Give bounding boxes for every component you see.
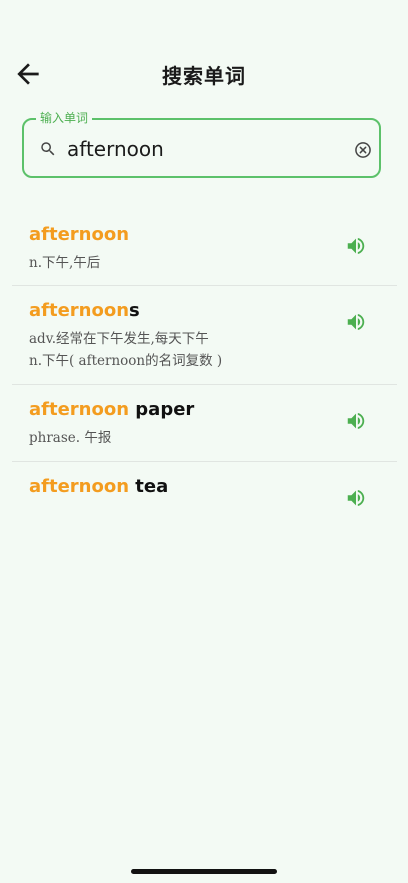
speaker-icon[interactable] bbox=[345, 235, 367, 257]
result-word: afternoon paper bbox=[29, 399, 194, 421]
results-list: afternoon n.下午,午后 afternoons adv.经常在下午发生… bbox=[12, 208, 397, 538]
app-bar: 搜索单词 bbox=[0, 44, 408, 102]
result-word: afternoon tea bbox=[29, 476, 168, 498]
word-rest: s bbox=[129, 300, 140, 321]
speaker-icon[interactable] bbox=[345, 410, 367, 432]
word-rest: paper bbox=[129, 399, 195, 420]
result-item[interactable]: afternoon paper phrase. 午报 bbox=[12, 385, 397, 462]
result-item[interactable]: afternoon n.下午,午后 bbox=[12, 208, 397, 286]
search-field-label: 输入单词 bbox=[36, 110, 93, 126]
result-item[interactable]: afternoon tea bbox=[12, 462, 397, 538]
speaker-icon[interactable] bbox=[345, 487, 367, 509]
word-rest: tea bbox=[129, 476, 169, 497]
clear-circle-icon[interactable] bbox=[353, 140, 373, 160]
word-match: afternoon bbox=[29, 224, 130, 245]
result-item[interactable]: afternoons adv.经常在下午发生,每天下午 n.下午( aftern… bbox=[12, 286, 397, 385]
search-input[interactable] bbox=[67, 134, 337, 164]
word-match: afternoon bbox=[29, 300, 130, 321]
search-icon bbox=[41, 142, 55, 156]
result-word: afternoons bbox=[29, 300, 140, 322]
word-match: afternoon bbox=[29, 399, 130, 420]
page-title: 搜索单词 bbox=[162, 64, 246, 88]
home-indicator[interactable] bbox=[131, 869, 277, 874]
speaker-icon[interactable] bbox=[345, 311, 367, 333]
search-field[interactable]: 输入单词 bbox=[22, 110, 381, 178]
result-definition: n.下午( afternoon的名词复数 ) bbox=[29, 353, 223, 369]
result-definition: n.下午,午后 bbox=[29, 255, 101, 271]
word-match: afternoon bbox=[29, 476, 130, 497]
result-word: afternoon bbox=[29, 224, 129, 246]
result-definition: phrase. 午报 bbox=[29, 430, 112, 446]
result-definition: adv.经常在下午发生,每天下午 bbox=[29, 331, 209, 347]
